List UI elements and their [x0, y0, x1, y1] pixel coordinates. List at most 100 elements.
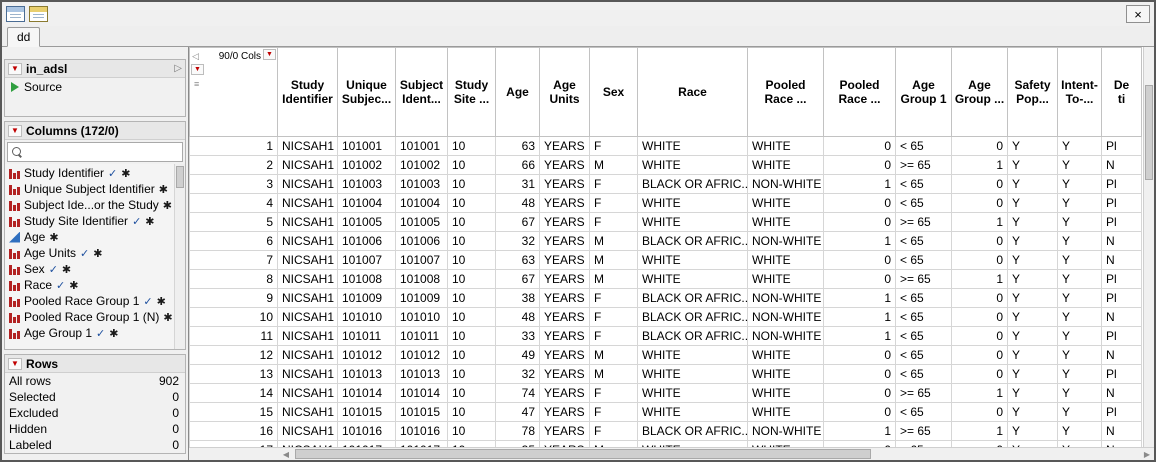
scroll-right-icon[interactable]: ▶ [1140, 448, 1154, 460]
hscroll-track[interactable] [293, 448, 1140, 460]
data-cell[interactable]: YEARS [540, 137, 590, 156]
data-cell[interactable]: >= 65 [896, 213, 952, 232]
row-number-cell[interactable]: 10 [190, 308, 278, 327]
data-cell[interactable]: 101016 [338, 422, 396, 441]
data-cell[interactable]: WHITE [748, 365, 824, 384]
data-cell[interactable]: Y [1058, 251, 1102, 270]
data-cell[interactable]: 10 [448, 213, 496, 232]
data-cell[interactable]: M [590, 346, 638, 365]
data-cell[interactable]: BLACK OR AFRIC... [638, 308, 748, 327]
column-list-item[interactable]: Pooled Race Group 1✓✱ [5, 293, 174, 309]
data-cell[interactable]: N [1102, 156, 1142, 175]
data-cell[interactable]: 0 [824, 346, 896, 365]
data-cell[interactable]: N [1102, 422, 1142, 441]
data-cell[interactable]: 48 [496, 194, 540, 213]
column-list-item[interactable]: Age Units✓✱ [5, 245, 174, 261]
data-cell[interactable]: Y [1008, 137, 1058, 156]
data-cell[interactable]: 67 [496, 270, 540, 289]
vertical-scrollbar[interactable] [1143, 47, 1154, 447]
data-cell[interactable]: < 65 [896, 232, 952, 251]
data-cell[interactable]: >= 65 [896, 270, 952, 289]
data-cell[interactable]: < 65 [896, 365, 952, 384]
column-list-item[interactable]: Subject Ide...or the Study✱ [5, 197, 174, 213]
tab-dd[interactable]: dd [7, 27, 40, 47]
data-cell[interactable]: 0 [952, 251, 1008, 270]
data-cell[interactable]: 101008 [338, 270, 396, 289]
column-list-item[interactable]: Study Identifier✓✱ [5, 165, 174, 181]
data-cell[interactable]: WHITE [638, 403, 748, 422]
data-cell[interactable]: F [590, 308, 638, 327]
columns-list-scroll-thumb[interactable] [176, 166, 184, 188]
data-cell[interactable]: YEARS [540, 175, 590, 194]
data-cell[interactable]: 0 [824, 156, 896, 175]
data-cell[interactable]: 10 [448, 384, 496, 403]
data-cell[interactable]: Y [1008, 156, 1058, 175]
data-cell[interactable]: 10 [448, 137, 496, 156]
data-cell[interactable]: Y [1008, 346, 1058, 365]
data-cell[interactable]: Pl [1102, 270, 1142, 289]
data-cell[interactable]: 101005 [338, 213, 396, 232]
data-cell[interactable]: YEARS [540, 156, 590, 175]
data-cell[interactable]: 0 [952, 308, 1008, 327]
data-cell[interactable]: WHITE [748, 251, 824, 270]
data-cell[interactable]: BLACK OR AFRIC... [638, 175, 748, 194]
data-cell[interactable]: Y [1058, 308, 1102, 327]
data-cell[interactable]: 10 [448, 251, 496, 270]
data-cell[interactable]: 1 [824, 232, 896, 251]
column-list-item[interactable]: Unique Subject Identifier✱ [5, 181, 174, 197]
data-cell[interactable]: YEARS [540, 251, 590, 270]
data-cell[interactable]: Y [1008, 232, 1058, 251]
row-number-cell[interactable]: 4 [190, 194, 278, 213]
data-cell[interactable]: 0 [824, 213, 896, 232]
row-number-cell[interactable]: 8 [190, 270, 278, 289]
data-cell[interactable]: F [590, 289, 638, 308]
row-number-cell[interactable]: 1 [190, 137, 278, 156]
data-cell[interactable]: F [590, 137, 638, 156]
grid-corner-cell[interactable]: ◁ 90/0 Cols ▼ ▼ ≡ [190, 48, 278, 137]
data-cell[interactable]: NICSAH1 [278, 308, 338, 327]
column-header[interactable]: Subject Ident... [396, 48, 448, 137]
data-cell[interactable]: YEARS [540, 232, 590, 251]
data-table-icon[interactable] [6, 6, 25, 22]
data-cell[interactable]: Pl [1102, 289, 1142, 308]
panel-expand-icon[interactable]: ▷ [174, 63, 182, 74]
data-cell[interactable]: NICSAH1 [278, 251, 338, 270]
data-cell[interactable]: 47 [496, 403, 540, 422]
data-cell[interactable]: NON-WHITE [748, 289, 824, 308]
data-cell[interactable]: Y [1058, 365, 1102, 384]
data-cell[interactable]: 101015 [396, 403, 448, 422]
data-cell[interactable]: NICSAH1 [278, 346, 338, 365]
data-cell[interactable]: 101001 [338, 137, 396, 156]
data-cell[interactable]: 32 [496, 232, 540, 251]
data-cell[interactable]: 101011 [396, 327, 448, 346]
data-cell[interactable]: Y [1008, 327, 1058, 346]
data-cell[interactable]: Y [1008, 175, 1058, 194]
data-cell[interactable]: Y [1008, 213, 1058, 232]
row-number-cell[interactable]: 14 [190, 384, 278, 403]
columns-search[interactable] [7, 142, 183, 162]
data-cell[interactable]: 0 [952, 289, 1008, 308]
column-header[interactable]: Unique Subjec... [338, 48, 396, 137]
data-cell[interactable]: 10 [448, 327, 496, 346]
data-cell[interactable]: < 65 [896, 346, 952, 365]
data-cell[interactable]: NON-WHITE [748, 232, 824, 251]
data-cell[interactable]: YEARS [540, 384, 590, 403]
column-header[interactable]: Pooled Race ... [748, 48, 824, 137]
data-cell[interactable]: WHITE [748, 346, 824, 365]
data-cell[interactable]: NICSAH1 [278, 175, 338, 194]
row-number-cell[interactable]: 16 [190, 422, 278, 441]
data-cell[interactable]: 101008 [396, 270, 448, 289]
data-cell[interactable]: 0 [952, 346, 1008, 365]
data-cell[interactable]: Y [1058, 175, 1102, 194]
data-cell[interactable]: M [590, 232, 638, 251]
data-cell[interactable]: Y [1008, 194, 1058, 213]
data-cell[interactable]: 101002 [396, 156, 448, 175]
data-cell[interactable]: < 65 [896, 175, 952, 194]
data-cell[interactable]: Pl [1102, 403, 1142, 422]
data-cell[interactable]: NICSAH1 [278, 270, 338, 289]
data-cell[interactable]: 10 [448, 156, 496, 175]
data-cell[interactable]: YEARS [540, 213, 590, 232]
column-header[interactable]: Pooled Race ... [824, 48, 896, 137]
data-cell[interactable]: Y [1058, 384, 1102, 403]
data-cell[interactable]: Y [1058, 327, 1102, 346]
